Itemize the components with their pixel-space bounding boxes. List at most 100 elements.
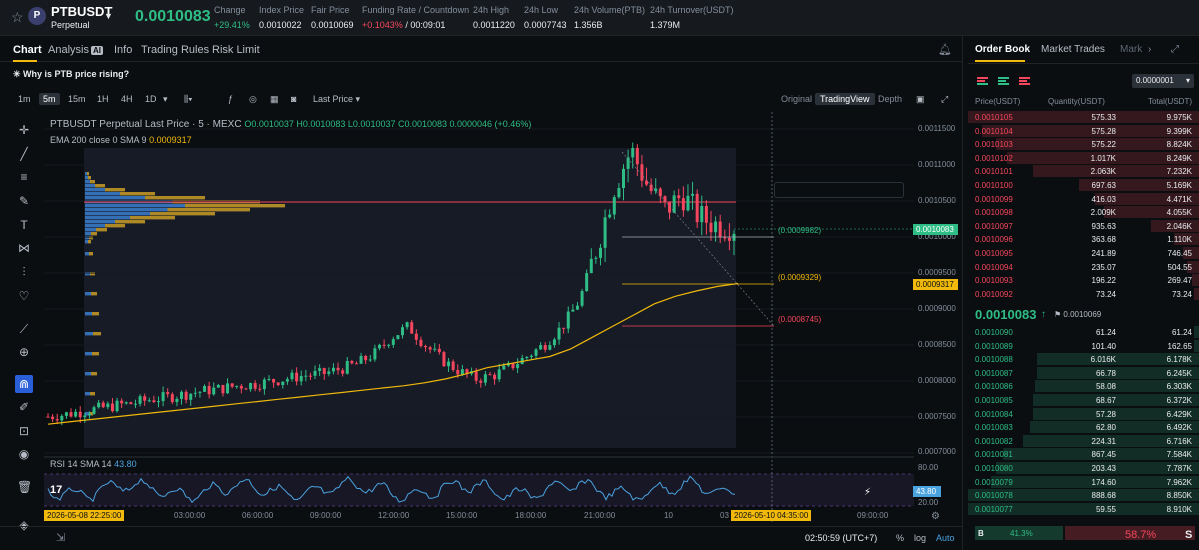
draw-lock-icon[interactable]: ✐ xyxy=(17,400,31,414)
forecast-icon[interactable]: ⫶ xyxy=(17,265,31,279)
bid-row[interactable]: 0.0010090 61.24 61.24 xyxy=(968,326,1199,339)
chart-settings-icon[interactable]: ⚙︎ xyxy=(931,511,940,522)
price-type-select[interactable]: Last Price ▾ xyxy=(313,94,360,105)
timeframe-4h[interactable]: 4H xyxy=(121,94,133,104)
zoom-in-icon[interactable]: ⊕ xyxy=(17,345,31,359)
goto-date-icon[interactable]: ⇲ xyxy=(56,531,65,544)
settings-panel-icon[interactable]: ▣ xyxy=(916,94,925,105)
tab-trading-rules[interactable]: Trading Rules xyxy=(141,44,209,56)
ask-row[interactable]: 0.0010102 1.017K 8.249K xyxy=(968,151,1199,165)
ask-row[interactable]: 0.0010094 235.07 504.55 xyxy=(968,260,1199,274)
layout-icon[interactable]: ▦ xyxy=(270,94,279,105)
heart-icon[interactable]: ♡ xyxy=(17,289,31,303)
tab-market-trades[interactable]: Market Trades xyxy=(1041,44,1105,55)
timeframe-5m[interactable]: 5m xyxy=(39,93,60,105)
brush-icon[interactable]: ✎ xyxy=(17,194,31,208)
row-total: 73.24 xyxy=(1171,289,1192,299)
volume-profile-bar xyxy=(105,188,125,192)
bid-row[interactable]: 0.0010085 68.67 6.372K xyxy=(968,394,1199,407)
stat-24h-volume: 24h Volume(PTB) 1.356B xyxy=(574,5,646,30)
volume-profile-bar xyxy=(91,292,97,296)
lock-icon[interactable]: ⊡ xyxy=(17,424,31,438)
bid-row[interactable]: 0.0010081 867.45 7.584K xyxy=(968,448,1199,461)
bell-icon[interactable]: 🔔︎ xyxy=(938,43,952,56)
tab-chart[interactable]: Chart xyxy=(13,44,42,56)
clock-timezone[interactable]: 02:50:59 (UTC+7) xyxy=(805,533,877,543)
view-tradingview[interactable]: TradingView xyxy=(815,93,875,105)
expand-icon[interactable]: ⤢ xyxy=(1171,44,1179,55)
tab-risk-limit[interactable]: Risk Limit xyxy=(212,44,260,56)
more-timeframes-icon[interactable]: ▾ xyxy=(163,94,168,105)
candle-body xyxy=(74,411,78,417)
ask-row[interactable]: 0.0010101 2.063K 7.232K xyxy=(968,165,1199,178)
template-icon[interactable]: ◎ xyxy=(249,94,257,105)
crosshair-icon[interactable]: ✛ xyxy=(17,123,31,137)
fullscreen-icon[interactable]: ⤢ xyxy=(941,94,948,105)
pattern-icon[interactable]: ⋈ xyxy=(17,241,31,255)
bid-row[interactable]: 0.0010088 6.016K 6.178K xyxy=(968,353,1199,366)
bid-row[interactable]: 0.0010083 62.80 6.492K xyxy=(968,421,1199,434)
ruler-icon[interactable]: ⟋ xyxy=(17,322,31,336)
camera-icon[interactable]: ◙ xyxy=(291,94,296,104)
ask-row[interactable]: 0.0010097 935.63 2.046K xyxy=(968,219,1199,233)
timeframe-1d[interactable]: 1D xyxy=(145,94,157,104)
candle-body xyxy=(373,348,377,360)
auto-toggle[interactable]: Auto xyxy=(936,533,955,543)
bid-row[interactable]: 0.0010086 58.08 6.303K xyxy=(968,380,1199,393)
drawing-toolbar: ✛ ╱ ≡ ✎ T ⋈ ⫶ ♡ ⟋ ⊕ ⋒ ✐ ⊡ ◉ 🗑︎ ◈ xyxy=(0,112,44,542)
ask-row[interactable]: 0.0010099 416.03 4.471K xyxy=(968,192,1199,206)
trash-icon[interactable]: 🗑︎ xyxy=(17,480,32,494)
tab-mark[interactable]: Mark xyxy=(1120,44,1142,55)
horizontal-lines-icon[interactable]: ≡ xyxy=(17,170,31,184)
magnet-icon[interactable]: ⋒ xyxy=(15,375,33,393)
eye-icon[interactable]: ◉ xyxy=(17,447,31,461)
bid-row[interactable]: 0.0010084 57.28 6.429K xyxy=(968,407,1199,421)
favorite-star-icon[interactable]: ☆ xyxy=(11,9,24,26)
ask-row[interactable]: 0.0010103 575.22 8.824K xyxy=(968,138,1199,151)
precision-select[interactable]: 0.0000001 ▾ xyxy=(1132,74,1194,88)
trend-line-icon[interactable]: ╱ xyxy=(17,147,31,161)
candle-body xyxy=(460,369,464,375)
timeframe-1h[interactable]: 1H xyxy=(97,94,109,104)
text-icon[interactable]: T xyxy=(17,218,31,232)
timeframe-15m[interactable]: 15m xyxy=(68,94,86,104)
ask-row[interactable]: 0.0010096 363.68 1.110K xyxy=(968,233,1199,246)
indicators-icon[interactable]: ƒ xyxy=(228,94,233,104)
log-toggle[interactable]: log xyxy=(914,533,926,543)
lightning-icon[interactable]: ⚡︎ xyxy=(864,487,871,498)
candle-body xyxy=(695,193,699,223)
row-quantity: 697.63 xyxy=(1091,181,1116,190)
bid-row[interactable]: 0.0010082 224.31 6.716K xyxy=(968,434,1199,448)
tab-info[interactable]: Info xyxy=(114,44,132,56)
ask-row[interactable]: 0.0010098 2.009K 4.055K xyxy=(968,206,1199,219)
bid-row[interactable]: 0.0010078 888.68 8.850K xyxy=(968,489,1199,502)
bid-row[interactable]: 0.0010080 203.43 7.787K xyxy=(968,462,1199,475)
ask-row[interactable]: 0.0010105 575.33 9.975K xyxy=(968,111,1199,124)
layout-asks-icon[interactable] xyxy=(1019,77,1030,86)
tab-analysis[interactable]: Analysis AI xyxy=(48,44,103,56)
ask-row[interactable]: 0.0010093 196.22 269.47 xyxy=(968,274,1199,287)
price-insight-banner[interactable]: ✳︎ Why is PTB price rising? xyxy=(13,69,129,80)
view-depth[interactable]: Depth xyxy=(873,93,907,105)
ask-row[interactable]: 0.0010100 697.63 5.169K xyxy=(968,179,1199,192)
layout-both-icon[interactable] xyxy=(977,77,988,86)
chevron-right-icon[interactable]: › xyxy=(1148,44,1151,55)
row-quantity: 1.017K xyxy=(1090,153,1116,163)
symbol-dropdown-icon[interactable]: ▼ xyxy=(104,11,113,21)
row-total: 6.178K xyxy=(1166,355,1192,365)
candle-type-icon[interactable]: ⫼▾ xyxy=(184,94,193,105)
bid-row[interactable]: 0.0010079 174.60 7.962K xyxy=(968,475,1199,489)
bid-row[interactable]: 0.0010087 66.78 6.245K xyxy=(968,366,1199,380)
view-original[interactable]: Original xyxy=(776,93,817,105)
bid-row[interactable]: 0.0010077 59.55 8.910K xyxy=(968,502,1199,516)
timeframe-1m[interactable]: 1m xyxy=(18,94,31,104)
bid-row[interactable]: 0.0010089 101.40 162.65 xyxy=(968,339,1199,353)
ask-row[interactable]: 0.0010104 575.28 9.399K xyxy=(968,124,1199,138)
layout-bids-icon[interactable] xyxy=(998,77,1009,86)
percent-toggle[interactable]: % xyxy=(896,533,904,543)
tab-order-book[interactable]: Order Book xyxy=(975,44,1030,55)
ask-row[interactable]: 0.0010095 241.89 746.45 xyxy=(968,247,1199,260)
ask-row[interactable]: 0.0010092 73.24 73.24 xyxy=(968,287,1199,301)
level-upper-label: (0.0009982) xyxy=(778,226,822,235)
row-quantity: 363.68 xyxy=(1091,235,1116,245)
